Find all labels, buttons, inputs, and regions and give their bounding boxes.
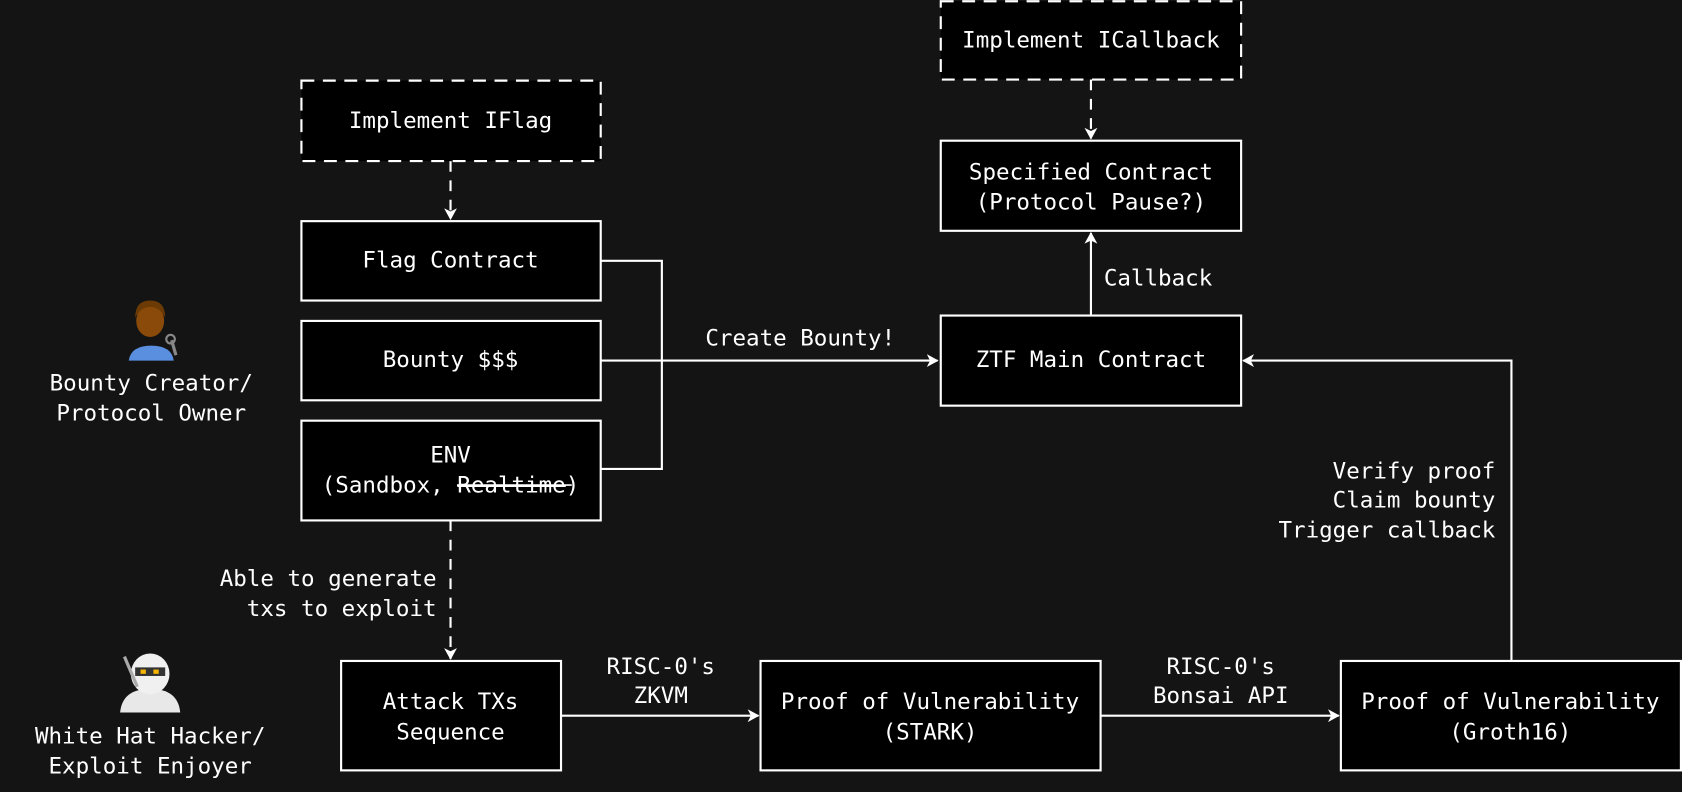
creator-label-line1: Bounty Creator/ <box>50 371 253 397</box>
verify-label-2: Claim bounty <box>1333 488 1496 514</box>
bonsai-label-1: RISC-0's <box>1167 654 1275 680</box>
node-label-line2: Sequence <box>396 719 504 745</box>
node-bounty: Bounty $$$ <box>300 319 602 402</box>
verify-label-1: Verify proof <box>1333 459 1496 485</box>
create-bounty-label: Create Bounty! <box>705 326 895 352</box>
node-specified-contract: Specified Contract (Protocol Pause?) <box>939 139 1243 232</box>
zkvm-label-1: RISC-0's <box>607 654 715 680</box>
node-label: ZTF Main Contract <box>976 347 1206 373</box>
bonsai-label-2: Bonsai API <box>1153 683 1289 709</box>
node-attack-txs: Attack TXs Sequence <box>340 659 563 772</box>
hacker-label-line2: Exploit Enjoyer <box>49 754 252 780</box>
node-label: Flag Contract <box>362 247 538 273</box>
node-proof-groth16: Proof of Vulnerability (Groth16) <box>1339 659 1682 772</box>
node-label: Implement ICallback <box>962 27 1220 53</box>
node-implement-iflag: Implement IFlag <box>300 79 602 163</box>
able-label-2: txs to exploit <box>247 596 437 622</box>
able-label-1: Able to generate <box>220 566 437 592</box>
callback-label: Callback <box>1104 266 1213 292</box>
node-label: Proof of Vulnerability <box>1361 689 1659 715</box>
node-label-line2: (Protocol Pause?) <box>976 189 1206 215</box>
node-implement-icallback: Implement ICallback <box>939 0 1243 81</box>
hacker-label-line1: White Hat Hacker/ <box>35 724 265 750</box>
node-proof-stark: Proof of Vulnerability (STARK) <box>759 659 1102 772</box>
node-label: Implement IFlag <box>349 108 552 134</box>
node-label: Attack TXs <box>383 689 519 715</box>
node-label: ENV <box>430 443 471 469</box>
creator-label-line2: Protocol Owner <box>56 401 246 427</box>
node-label-line2: (Groth16) <box>1449 719 1571 745</box>
node-flag-contract: Flag Contract <box>300 220 602 302</box>
node-label: Proof of Vulnerability <box>781 689 1079 715</box>
node-label: Specified Contract <box>969 159 1213 185</box>
zkvm-label-2: ZKVM <box>634 683 688 709</box>
node-label: Bounty $$$ <box>383 347 519 373</box>
node-ztf-main-contract: ZTF Main Contract <box>939 314 1243 407</box>
diagram-canvas: Bounty Creator/ Protocol Owner White Hat… <box>0 0 1682 792</box>
node-env: ENV (Sandbox, Realtime) <box>300 419 602 522</box>
node-label-line2: (STARK) <box>883 719 978 745</box>
verify-label-3: Trigger callback <box>1278 518 1495 544</box>
